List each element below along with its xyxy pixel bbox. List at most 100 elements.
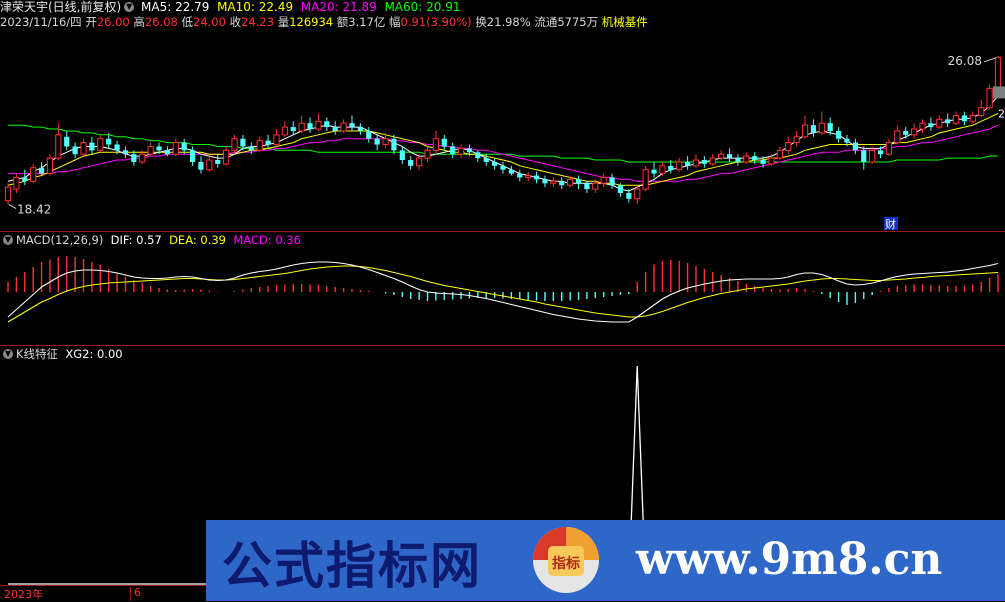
macd-chart[interactable] [0,248,1005,344]
candle [768,154,775,166]
chevron-down-icon[interactable]: ▼ [3,348,13,359]
chevron-down-icon[interactable]: ▼ [124,1,135,12]
candle-body [801,124,809,138]
candle [869,146,876,164]
candle [223,146,230,166]
candle-body [324,121,330,128]
candle [281,121,288,137]
candle [692,154,700,168]
candle-body [575,179,582,184]
candle [340,119,347,133]
candle-body [718,153,725,159]
candle [391,134,397,155]
change-label: 幅 [389,15,401,29]
candle [332,121,338,135]
candle [911,123,918,139]
candle-body [38,167,45,174]
candle [575,175,582,190]
candle-body [659,165,666,175]
quote-date: 2023/11/16/四 [0,15,82,29]
candle-body [147,145,154,155]
candle-body [517,173,523,178]
candle [4,183,12,205]
candle-body [273,134,280,146]
float-shares-value: 流通5775万 [534,15,599,29]
candle-body [994,56,1002,89]
candle [676,158,683,172]
candle [835,127,842,143]
candle [919,119,926,133]
candle [885,138,893,157]
watermark-logo-icon: 指标 [533,527,599,593]
watermark-right-text: www.9m8.cn [636,534,943,585]
macd-title[interactable]: MACD(12,26,9) [16,233,103,247]
candle-body [164,150,171,155]
candle [928,117,934,131]
date-axis: 2023年 6 [0,585,206,601]
macd-legend: ▼ MACD(12,26,9) DIF: 0.57 DEA: 0.39 MACD:… [0,233,301,247]
candle-body [424,149,431,159]
candle-body [542,179,548,184]
finance-tag-label: 财 [885,217,896,230]
xg2-value: XG2: 0.00 [65,347,123,361]
candle [542,175,548,188]
candle [559,177,565,190]
candle-body [861,150,867,162]
candle-body [416,157,423,167]
watermark-left-text: 公式指标网 [222,536,482,595]
candle [945,113,951,128]
candle [298,115,305,133]
candle-body [30,167,37,182]
candle [492,158,498,170]
candle [30,163,37,184]
candle [626,189,632,203]
candle [374,134,380,151]
candle-body [181,142,187,151]
candle [408,156,414,170]
xg-title[interactable]: K线特征 [16,347,58,361]
candle-body [903,130,909,135]
candle [189,146,196,166]
volume-label: 量 [277,15,290,29]
sector-label[interactable]: 机械基件 [602,15,648,29]
chevron-down-icon[interactable]: ▼ [3,234,13,245]
candle [324,117,330,131]
candle [609,173,615,190]
close-label: 收 [229,15,242,29]
candle [852,138,858,155]
candle-body [457,147,465,155]
candle-body [441,138,447,147]
candle-body [818,122,825,134]
candle-body [810,125,817,133]
candle-body [55,134,62,159]
stock-name[interactable]: 津荣天宇(日线,前复权) [0,0,121,14]
candle-body [701,160,707,164]
candle-body [592,182,599,190]
candle-body [525,175,532,178]
candle [600,173,607,188]
candle-body [349,123,355,128]
candle-body [206,159,213,171]
candle [684,156,691,170]
candle-body [332,127,338,131]
candle-body [776,149,783,159]
price-chart[interactable]: 26.08 18.42 2 财 [0,30,1005,230]
candle-body [340,122,347,132]
candle [89,136,95,155]
change-value: 0.91(3.90%) [400,15,472,29]
candle [265,134,271,149]
candle [986,84,993,110]
candle-body [760,160,766,164]
candle-body [72,146,78,155]
candle-body [894,130,901,144]
candle-body [567,178,574,186]
high-value: 26.08 [144,15,178,29]
candle-body [642,169,649,190]
candle [659,161,666,176]
candle [709,154,716,166]
date-axis-year: 2023年 [4,588,43,601]
candle-body [936,118,943,128]
candle-body [315,120,322,130]
candle [936,115,943,130]
candle-body [114,144,120,151]
